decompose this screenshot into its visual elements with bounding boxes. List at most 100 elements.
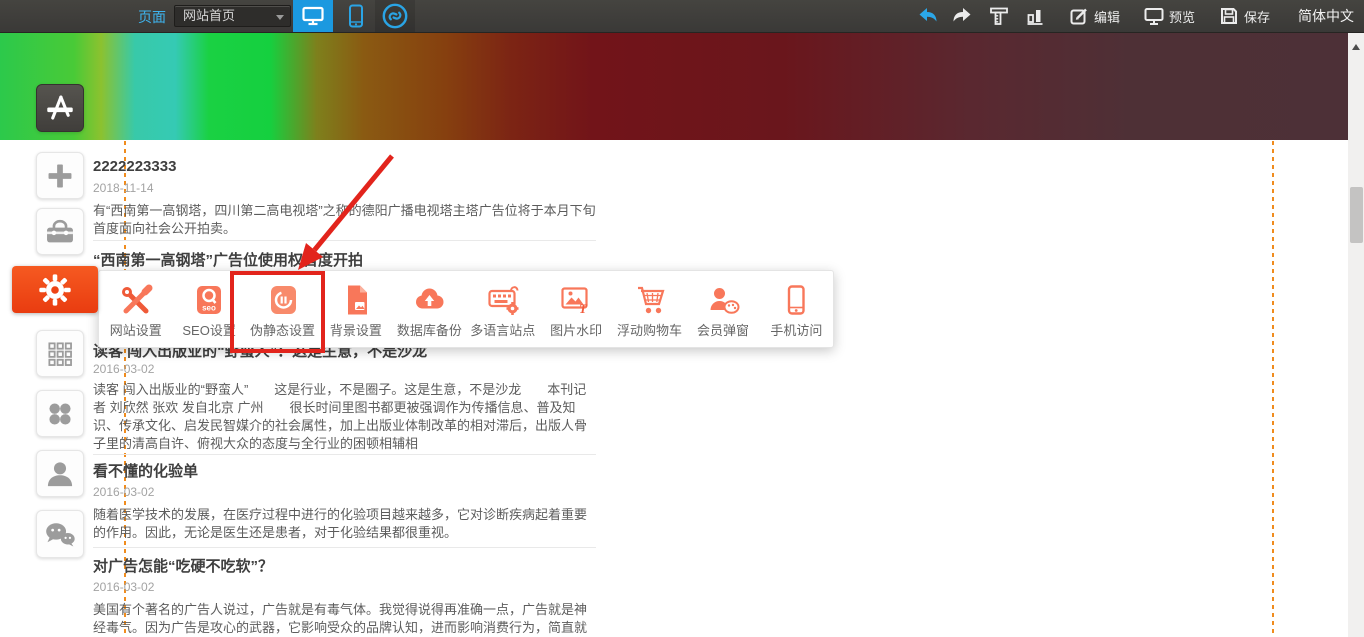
ruler-icon <box>989 6 1009 26</box>
article-divider <box>93 240 596 241</box>
save-button[interactable]: 保存 <box>1219 6 1270 26</box>
top-toolbar: 页面 网站首页 <box>0 0 1364 33</box>
popup-item-label: 数据库备份 <box>397 320 462 339</box>
keyboard-gear-icon <box>485 283 521 317</box>
desktop-icon <box>302 6 324 26</box>
seo-magnifier-icon: seo <box>191 283 227 317</box>
stats-button[interactable] <box>1025 6 1045 26</box>
article-summary: 美国有个著名的广告人说过，广告就是有毒气体。我觉得说得再准确一点，广告就是神经毒… <box>93 601 596 637</box>
smartphone-icon <box>778 283 814 317</box>
article-date: 2018-11-14 <box>93 181 154 195</box>
popup-item-mobile-access[interactable]: 手机访问 <box>760 271 833 347</box>
popup-item-background-settings[interactable]: 背景设置 <box>319 271 392 347</box>
article-divider <box>93 454 596 455</box>
article-title[interactable]: 对广告怎能“吃硬不吃软”？ <box>93 555 596 576</box>
popup-item-database-backup[interactable]: 数据库备份 <box>393 271 466 347</box>
design-appstore-icon <box>40 88 80 128</box>
undo-icon <box>917 7 939 25</box>
save-floppy-icon <box>1219 6 1239 26</box>
article-title[interactable]: 2222223333 <box>93 158 596 175</box>
svg-text:seo: seo <box>202 304 216 313</box>
page-select-dropdown[interactable]: 网站首页 <box>174 5 291 27</box>
page-label: 页面 <box>138 7 166 27</box>
popup-item-label: 手机访问 <box>770 320 822 339</box>
popup-item-floating-cart[interactable]: 浮动购物车 <box>613 271 686 347</box>
language-switcher[interactable]: 简体中文 <box>1298 6 1354 26</box>
user-icon <box>41 455 79 493</box>
redo-button[interactable] <box>951 7 973 25</box>
sidebar-item-apps[interactable] <box>36 390 84 437</box>
article-date: 2016-03-02 <box>93 485 154 499</box>
sidebar-item-add[interactable] <box>36 152 84 199</box>
article-date: 2016-03-02 <box>93 362 154 376</box>
sidebar-item-member[interactable] <box>36 450 84 497</box>
popup-item-label: SEO设置 <box>182 320 235 339</box>
wrench-cross-icon <box>118 283 154 317</box>
edit-button[interactable]: 编辑 <box>1069 6 1120 26</box>
link-view-button[interactable] <box>375 0 415 32</box>
article-date: 2016-03-02 <box>93 580 154 594</box>
svg-text:T: T <box>579 301 588 316</box>
redo-icon <box>951 7 973 25</box>
popup-item-label: 图片水印 <box>550 320 602 339</box>
settings-popup: 网站设置 seo SEO设置 伪静态设置 <box>98 270 834 348</box>
sidebar-item-modules[interactable] <box>36 330 84 377</box>
article-title[interactable]: 看不懂的化验单 <box>93 460 596 481</box>
right-page-guide <box>1272 141 1274 637</box>
popup-item-pseudo-static[interactable]: 伪静态设置 <box>246 271 319 347</box>
popup-item-member-popup[interactable]: 会员弹窗 <box>686 271 759 347</box>
editor-window: 页面 网站首页 <box>0 0 1364 637</box>
site-header-banner <box>0 32 1348 140</box>
scrollbar-thumb[interactable] <box>1350 187 1363 243</box>
article-divider <box>93 547 596 548</box>
popup-item-site-settings[interactable]: 网站设置 <box>99 271 172 347</box>
grid-icon <box>42 336 78 372</box>
popup-item-label: 网站设置 <box>110 320 162 339</box>
popup-item-multilang-site[interactable]: 多语言站点 <box>466 271 539 347</box>
scrollbar-up-arrow-icon[interactable] <box>1352 44 1360 50</box>
article-summary: 随着医学技术的发展，在医疗过程中进行的化验项目越来越多，它对诊断疾病起着重要的作… <box>93 506 596 542</box>
article-summary: 有“西南第一高钢塔，四川第二高电视塔”之称的德阳广播电视塔主塔广告位将于本月下旬… <box>93 202 596 238</box>
link-icon <box>381 2 409 30</box>
popup-item-image-watermark[interactable]: T 图片水印 <box>539 271 612 347</box>
popup-item-label: 多语言站点 <box>470 320 535 339</box>
vertical-scrollbar[interactable] <box>1348 32 1364 637</box>
mobile-view-button[interactable] <box>339 0 373 32</box>
popup-item-label: 背景设置 <box>330 320 382 339</box>
shopping-cart-icon <box>632 283 668 317</box>
popup-item-label: 浮动购物车 <box>617 320 682 339</box>
plus-icon <box>42 158 78 194</box>
popup-item-seo-settings[interactable]: seo SEO设置 <box>172 271 245 347</box>
member-palette-icon <box>705 283 741 317</box>
desktop-view-button[interactable] <box>293 0 333 32</box>
popup-item-label: 会员弹窗 <box>697 320 749 339</box>
edit-icon <box>1069 6 1089 26</box>
clover-icon <box>42 396 78 432</box>
background-page-icon <box>338 283 374 317</box>
sidebar-item-chat[interactable] <box>36 510 84 558</box>
page-select-value: 网站首页 <box>183 8 235 23</box>
undo-button[interactable] <box>917 7 939 25</box>
pseudo-static-icon <box>265 283 301 317</box>
article-summary: 读客 闯入出版业的“野蛮人” 这是行业，不是圈子。这是生意，不是沙龙 本刊记者 … <box>93 381 596 453</box>
toolbar-right-group: 编辑 预览 保存 简体中文 <box>917 0 1354 32</box>
edit-label: 编辑 <box>1094 7 1120 26</box>
image-watermark-icon: T <box>558 283 594 317</box>
cloud-backup-icon <box>411 283 447 317</box>
sidebar-item-settings[interactable] <box>12 266 98 313</box>
chevron-down-icon <box>276 15 284 20</box>
mobile-icon <box>348 4 364 28</box>
preview-label: 预览 <box>1169 7 1195 26</box>
sidebar-item-design[interactable] <box>36 84 84 132</box>
preview-button[interactable]: 预览 <box>1144 7 1195 26</box>
popup-item-label: 伪静态设置 <box>250 320 315 339</box>
preview-monitor-icon <box>1144 7 1164 26</box>
wechat-icon <box>40 515 80 553</box>
sidebar-item-tools[interactable] <box>36 208 84 255</box>
toolbox-icon <box>41 213 79 251</box>
save-label: 保存 <box>1244 7 1270 26</box>
ruler-button[interactable] <box>989 6 1009 26</box>
gear-icon <box>36 271 74 309</box>
stats-icon <box>1025 6 1045 26</box>
article-title[interactable]: “西南第一高钢塔”广告位使用权首度开拍 <box>93 249 596 270</box>
